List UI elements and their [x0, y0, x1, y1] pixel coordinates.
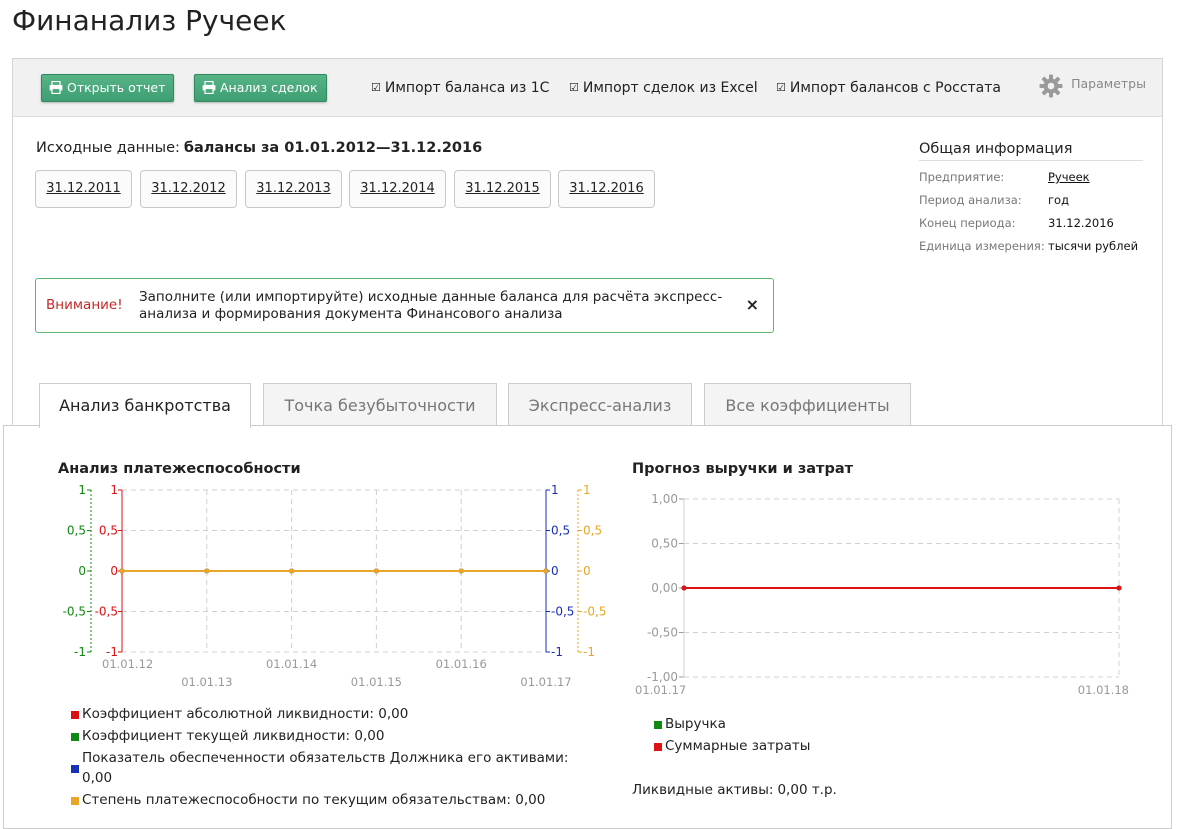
y-tick-label: 1	[583, 483, 591, 497]
y-tick-label: -0,5	[583, 605, 606, 619]
y-tick-label: 0,5	[551, 524, 570, 538]
legend-swatch	[654, 721, 662, 729]
liquid-assets-value: 0,00 т.р.	[777, 782, 837, 798]
y-tick-label: -0,5	[63, 605, 86, 619]
legend-item: Показатель обеспеченности обязательств Д…	[68, 748, 580, 788]
legend-label: Суммарные затраты	[665, 738, 811, 754]
x-tick-label: 01.01.17	[520, 675, 571, 689]
legend-item: Суммарные затраты	[651, 736, 810, 756]
legend-label: Коэффициент текущей ликвидности: 0,00	[82, 728, 385, 744]
legend-swatch	[654, 743, 662, 751]
legend-item: Коэффициент текущей ликвидности: 0,00	[68, 726, 588, 746]
y-tick-label: 1	[78, 483, 86, 497]
data-point	[119, 568, 125, 574]
y-tick-label: 0,5	[67, 524, 86, 538]
data-point	[543, 568, 549, 574]
legend-label: Выручка	[665, 716, 726, 732]
legend-item: Выручка	[651, 714, 810, 734]
data-point	[373, 568, 379, 574]
legend-item: Степень платежеспособности по текущим об…	[68, 790, 588, 810]
forecast-legend: Выручка Суммарные затраты	[651, 714, 810, 758]
y-tick-label: 0,50	[651, 537, 678, 551]
y-tick-label: 0,5	[583, 524, 602, 538]
y-tick-label: 0	[551, 564, 559, 578]
liquid-assets: Ликвидные активы: 0,00 т.р.	[632, 782, 837, 798]
forecast-chart-title: Прогноз выручки и затрат	[632, 461, 854, 477]
y-tick-label: -1	[583, 645, 595, 659]
data-point	[1116, 585, 1122, 591]
liquid-assets-label: Ликвидные активы:	[632, 782, 774, 798]
x-tick-label: 01.01.17	[635, 683, 686, 697]
data-point	[458, 568, 464, 574]
y-tick-label: -1	[551, 645, 563, 659]
y-tick-label: -0,50	[647, 626, 678, 640]
x-tick-label: 01.01.13	[181, 675, 232, 689]
y-tick-label: 1,00	[651, 492, 678, 506]
legend-label: Показатель обеспеченности обязательств Д…	[82, 750, 569, 786]
x-tick-label: 01.01.16	[436, 657, 487, 671]
data-point	[204, 568, 210, 574]
legend-swatch	[71, 733, 79, 741]
y-tick-label: 0,00	[651, 581, 678, 595]
legend-swatch	[71, 765, 79, 773]
y-tick-label: -0,5	[95, 605, 118, 619]
y-tick-label: 1	[110, 483, 118, 497]
y-tick-label: 1	[551, 483, 559, 497]
legend-item: Коэффициент абсолютной ликвидности: 0,00	[68, 704, 588, 724]
solvency-legend: Коэффициент абсолютной ликвидности: 0,00…	[68, 704, 588, 812]
y-tick-label: -1,00	[647, 670, 678, 684]
data-point	[681, 585, 687, 591]
legend-label: Коэффициент абсолютной ликвидности: 0,00	[82, 706, 409, 722]
x-tick-label: 01.01.12	[102, 657, 153, 671]
legend-label: Степень платежеспособности по текущим об…	[82, 792, 546, 808]
x-tick-label: 01.01.15	[351, 675, 402, 689]
y-tick-label: 0	[110, 564, 118, 578]
y-tick-label: 0	[583, 564, 591, 578]
y-tick-label: -1	[74, 645, 86, 659]
x-tick-label: 01.01.14	[266, 657, 317, 671]
legend-swatch	[71, 711, 79, 719]
y-tick-label: -0,5	[551, 605, 574, 619]
y-tick-label: 0,5	[99, 524, 118, 538]
solvency-chart-title: Анализ платежеспособности	[58, 461, 301, 477]
data-point	[289, 568, 295, 574]
y-tick-label: 0	[78, 564, 86, 578]
legend-swatch	[71, 797, 79, 805]
x-tick-label: 01.01.18	[1078, 683, 1129, 697]
